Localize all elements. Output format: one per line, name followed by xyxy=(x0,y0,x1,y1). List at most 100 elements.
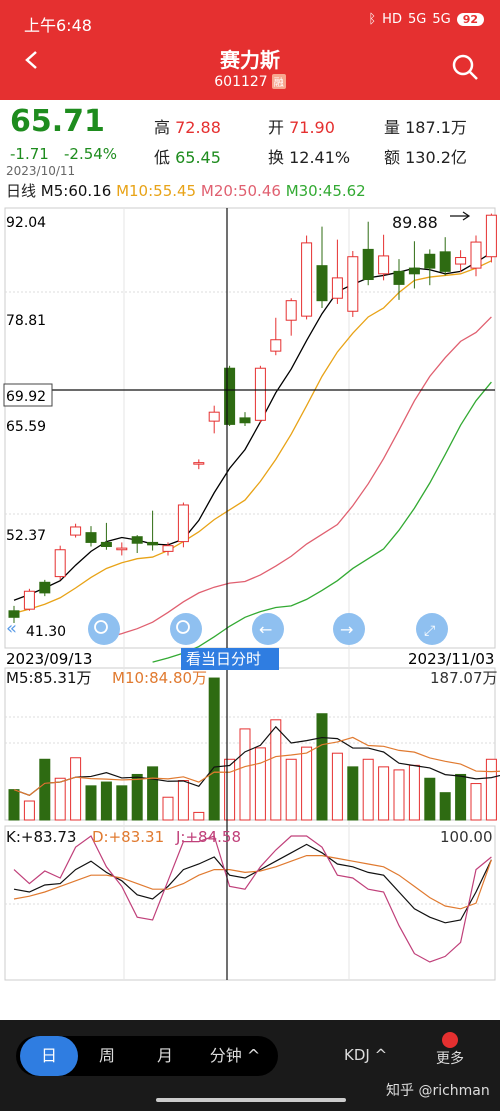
price-change: -1.71 xyxy=(10,145,49,163)
candle-body xyxy=(439,251,451,272)
candle-body xyxy=(424,253,436,269)
volume-bar xyxy=(254,747,266,821)
candle-body xyxy=(285,300,297,321)
zoom-out-icon[interactable] xyxy=(170,613,202,645)
y-axis-65: 65.59 xyxy=(6,419,46,435)
volume-bar xyxy=(347,766,359,821)
signal-5g-icon-2: 5G xyxy=(432,12,451,27)
more-button[interactable]: 更多 xyxy=(432,1028,468,1068)
volume-bar xyxy=(70,757,82,821)
candle-body xyxy=(347,256,359,312)
low-value: 65.45 xyxy=(175,148,221,167)
candle-body xyxy=(224,367,236,425)
tab-day[interactable]: 日 xyxy=(20,1036,78,1076)
stock-code-row: 601127 融 xyxy=(0,74,500,90)
candle-body xyxy=(54,549,66,578)
volume-bar xyxy=(147,766,159,821)
volume-bar xyxy=(39,758,51,821)
volume-bar xyxy=(285,758,297,821)
candle-body xyxy=(177,504,189,543)
kdj-j-line xyxy=(13,835,492,963)
candle-body xyxy=(131,536,143,544)
kdj-j: J:+84.58 xyxy=(175,828,241,846)
intraday-button-label[interactable]: 看当日分时 xyxy=(186,650,261,668)
open-label: 开 xyxy=(268,118,285,137)
stock-name: 赛力斯 xyxy=(220,48,280,72)
candle-body xyxy=(23,590,35,610)
home-indicator xyxy=(156,1098,346,1102)
candle-body xyxy=(193,462,205,465)
margin-badge: 融 xyxy=(271,74,286,89)
volume-bar xyxy=(162,796,174,821)
ma5-line xyxy=(13,252,492,601)
high-stat: 高 72.88 xyxy=(154,114,221,138)
tab-minute[interactable]: 分钟 ^ xyxy=(196,1036,274,1076)
volume-bar xyxy=(470,783,482,821)
start-date: 2023/09/13 xyxy=(6,650,92,668)
candle-body xyxy=(239,417,251,424)
search-icon[interactable] xyxy=(450,52,480,82)
volume-bar xyxy=(393,769,405,821)
volume-bar xyxy=(408,764,420,821)
tab-month[interactable]: 月 xyxy=(138,1036,192,1076)
volume-bars xyxy=(8,677,500,821)
y-axis-78: 78.81 xyxy=(6,313,46,329)
zoom-in-icon[interactable] xyxy=(88,613,120,645)
stock-code: 601127 xyxy=(214,74,268,90)
bluetooth-icon: ᛒ xyxy=(368,12,377,27)
candle-body xyxy=(270,339,282,352)
status-time: 上午6:48 xyxy=(24,16,92,35)
y-axis-52: 52.37 xyxy=(6,528,46,544)
candlesticks xyxy=(8,213,497,623)
candle-body xyxy=(485,214,497,258)
amount-label: 额 xyxy=(384,148,401,167)
volume-stat: 量 187.1万 xyxy=(384,114,467,138)
volume-bar xyxy=(131,773,143,821)
selected-date: 2023/10/11 xyxy=(6,164,76,178)
candle-body xyxy=(208,411,220,422)
candle-body xyxy=(362,248,374,281)
candle-body xyxy=(8,610,20,618)
y-axis-low: 41.30 xyxy=(26,624,66,640)
low-label: 低 xyxy=(154,148,171,167)
low-stat: 低 65.45 xyxy=(154,144,221,168)
tab-week[interactable]: 周 xyxy=(80,1036,134,1076)
volume-bar xyxy=(54,777,66,821)
high-value: 72.88 xyxy=(175,118,221,137)
kdj-max: 100.00 xyxy=(440,828,493,846)
high-label: 高 xyxy=(154,118,171,137)
candle-body xyxy=(408,267,420,275)
kdj-lines xyxy=(13,835,492,963)
pan-right-glyph: → xyxy=(340,620,353,639)
open-stat: 开 71.90 xyxy=(268,114,335,138)
volume-bar xyxy=(485,758,497,821)
ma20-line xyxy=(91,316,492,639)
candle-body xyxy=(331,277,343,299)
more-label: 更多 xyxy=(436,1051,464,1067)
volume-bar xyxy=(424,777,436,821)
watermark: 知乎 @richman xyxy=(386,1083,490,1099)
volume-bar xyxy=(23,800,35,821)
candle-body xyxy=(70,526,82,536)
battery-icon: 92 xyxy=(456,13,484,26)
amount-value: 130.2亿 xyxy=(405,148,467,167)
ma-lines xyxy=(13,252,492,663)
candle-body xyxy=(116,547,128,551)
kdj-k: K:+83.73 xyxy=(6,828,76,846)
candle-body xyxy=(162,545,174,552)
amount-stat: 额 130.2亿 xyxy=(384,144,467,168)
turnover-value: 12.41% xyxy=(289,148,351,167)
hd-badge: HD xyxy=(382,12,402,27)
volume-bar xyxy=(331,752,343,821)
volume-bar xyxy=(85,785,97,821)
kline-chart[interactable]: 92.04 78.81 69.92 65.59 52.37 41.30 89.8… xyxy=(0,198,500,1018)
candle-body xyxy=(301,242,313,317)
vol-m5: M5:85.31万 xyxy=(6,669,91,687)
scroll-left-icon[interactable]: « xyxy=(6,618,17,639)
price-change-pct: -2.54% xyxy=(64,145,118,163)
volume-bar xyxy=(439,792,451,821)
indicator-selector[interactable]: KDJ ^ xyxy=(344,1046,387,1064)
signal-5g-icon: 5G xyxy=(407,12,427,27)
volume-bar xyxy=(208,677,220,821)
panel-frame xyxy=(4,207,496,649)
